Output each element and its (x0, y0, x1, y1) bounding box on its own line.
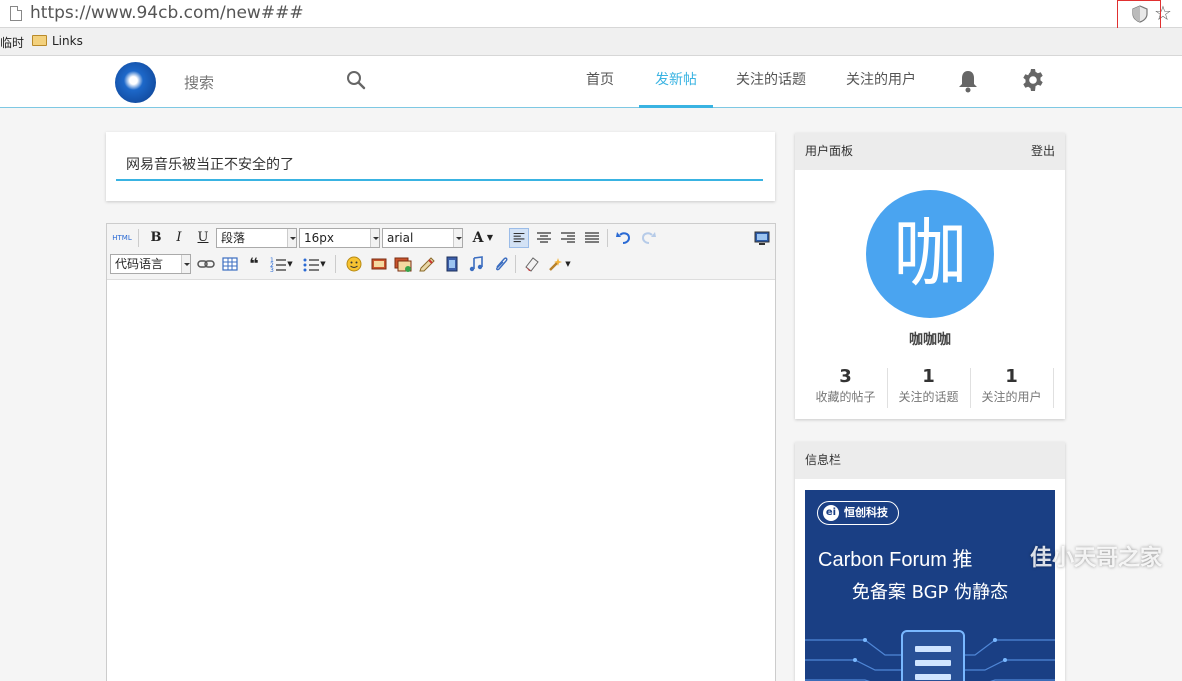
stat-label: 关注的用户 (981, 390, 1042, 404)
info-panel-header: 信息栏 (795, 442, 1065, 479)
html-source-button[interactable]: HTML (110, 228, 134, 248)
site-navbar: 首页 发新帖 关注的话题 关注的用户 (0, 56, 1182, 108)
align-left-icon[interactable] (509, 228, 529, 248)
user-panel-title: 用户面板 (805, 144, 854, 158)
nav-followed-topics[interactable]: 关注的话题 (736, 56, 806, 108)
dropdown-arrow-icon (370, 229, 379, 247)
logout-link[interactable]: 登出 (1031, 133, 1055, 170)
font-family-select[interactable]: arial (382, 228, 463, 248)
post-title-card (106, 132, 775, 201)
ordered-list-dropdown-icon[interactable]: ▼ (285, 254, 295, 274)
toolbar-separator (335, 255, 336, 273)
stat-divider (1053, 368, 1054, 408)
font-color-dropdown-icon[interactable]: ▼ (485, 228, 495, 248)
username[interactable]: 咖咖咖 (795, 329, 1065, 349)
page-icon (10, 6, 22, 21)
stat-label: 收藏的帖子 (815, 390, 876, 404)
video-icon[interactable] (442, 254, 462, 274)
fullscreen-icon[interactable] (752, 228, 772, 248)
dropdown-arrow-icon (287, 229, 296, 247)
site-logo[interactable] (115, 62, 156, 103)
underline-button[interactable]: U (193, 228, 213, 248)
toolbar-separator (515, 255, 516, 273)
stat-value: 1 (1005, 366, 1018, 387)
attachment-icon[interactable] (491, 254, 511, 274)
ad-headline: Carbon Forum 推 (818, 549, 973, 571)
eraser-icon[interactable] (522, 254, 542, 274)
multi-image-icon[interactable] (393, 254, 413, 274)
stat-favorite-posts[interactable]: 3 收藏的帖子 (804, 366, 887, 406)
watermark: 佳小天哥之家 (1030, 546, 1163, 571)
folder-icon (32, 35, 47, 46)
avatar[interactable]: 咖 (866, 190, 994, 318)
code-language-value: 代码语言 (115, 257, 164, 271)
bookmarks-bar: 临时 Links (0, 28, 1182, 56)
stat-value: 1 (922, 366, 935, 387)
search-input[interactable] (184, 74, 324, 92)
user-panel-header: 用户面板 登出 (795, 133, 1065, 170)
search-icon[interactable] (346, 70, 366, 90)
rich-text-editor: HTML B I U 段落 16px arial A ▼ 代码语言 ❝ 123 … (106, 223, 776, 681)
music-icon[interactable] (466, 254, 486, 274)
link-icon[interactable] (196, 254, 216, 274)
stat-label: 关注的话题 (898, 390, 959, 404)
emoji-icon[interactable] (344, 254, 364, 274)
code-language-select[interactable]: 代码语言 (110, 254, 191, 274)
ad-subline: 免备案 BGP 伪静态 (851, 582, 1009, 603)
editor-toolbar: HTML B I U 段落 16px arial A ▼ 代码语言 ❝ 123 … (107, 224, 775, 280)
italic-button[interactable]: I (169, 228, 189, 248)
stat-followed-users[interactable]: 1 关注的用户 (970, 366, 1053, 406)
toolbar-separator (138, 229, 139, 247)
align-center-icon[interactable] (534, 228, 554, 248)
stat-value: 3 (839, 366, 852, 387)
dropdown-arrow-icon (453, 229, 462, 247)
nav-new-post[interactable]: 发新帖 (639, 56, 713, 108)
stat-followed-topics[interactable]: 1 关注的话题 (887, 366, 970, 406)
font-size-select[interactable]: 16px (299, 228, 380, 248)
svg-text:3: 3 (270, 267, 274, 274)
blockquote-icon[interactable]: ❝ (244, 254, 264, 274)
post-title-input[interactable] (116, 148, 763, 181)
undo-icon[interactable] (614, 228, 634, 248)
font-size-value: 16px (304, 231, 334, 245)
paragraph-select-value: 段落 (221, 231, 246, 245)
browser-url-bar[interactable]: https://www.94cb.com/new### ☆ (0, 0, 1182, 28)
align-right-icon[interactable] (558, 228, 578, 248)
ad-brand-badge: ei 恒创科技 (817, 501, 899, 525)
font-family-value: arial (387, 231, 414, 245)
bookmark-folder-links[interactable]: Links (52, 34, 83, 48)
toolbar-separator (607, 229, 608, 247)
image-icon[interactable] (369, 254, 389, 274)
nav-home[interactable]: 首页 (586, 56, 614, 108)
ad-brand-name: 恒创科技 (844, 506, 888, 519)
info-panel: 信息栏 ei 恒创科技 Carbon Forum 推 免备案 BGP 伪静态 (795, 442, 1065, 681)
nav-followed-users[interactable]: 关注的用户 (846, 56, 916, 108)
bullet-list-dropdown-icon[interactable]: ▼ (318, 254, 328, 274)
dropdown-arrow-icon (181, 255, 190, 273)
info-panel-title: 信息栏 (805, 453, 842, 467)
user-panel: 用户面板 登出 咖 咖咖咖 3 收藏的帖子 1 关注的话题 1 关注的用户 (795, 133, 1065, 419)
editor-content-area[interactable] (107, 280, 775, 681)
bold-button[interactable]: B (146, 228, 166, 248)
bookmark-item[interactable]: 临时 (0, 34, 24, 51)
url-text[interactable]: https://www.94cb.com/new### (30, 3, 304, 23)
bell-icon[interactable] (957, 69, 979, 93)
table-icon[interactable] (220, 254, 240, 274)
gear-icon[interactable] (1021, 68, 1045, 92)
brand-logo-icon: ei (823, 505, 839, 521)
ad-banner[interactable]: ei 恒创科技 Carbon Forum 推 免备案 BGP 伪静态 (805, 490, 1055, 681)
server-icon (901, 630, 965, 681)
align-justify-icon[interactable] (582, 228, 602, 248)
redo-icon[interactable] (638, 228, 658, 248)
paragraph-select[interactable]: 段落 (216, 228, 297, 248)
scrawl-icon[interactable] (417, 254, 437, 274)
format-brush-dropdown-icon[interactable]: ▼ (563, 254, 573, 274)
